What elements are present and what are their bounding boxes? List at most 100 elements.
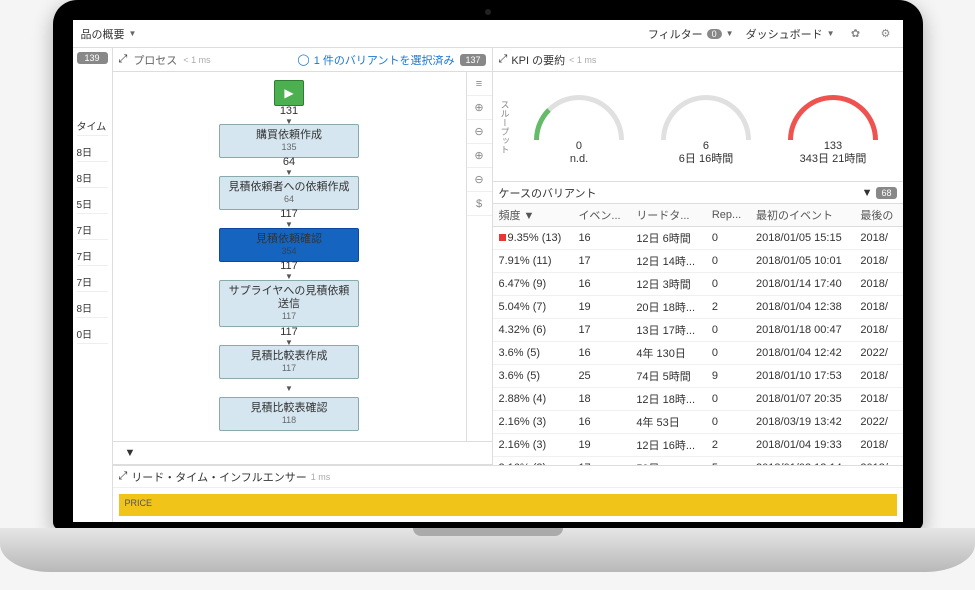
table-row[interactable]: 3.6% (5)2574日 5時間92018/01/10 17:532018/ xyxy=(493,365,903,388)
flow-node[interactable]: 見積比較表作成117 xyxy=(219,345,359,379)
table-cell: 2018/ xyxy=(854,227,902,250)
dashboard-dropdown[interactable]: ダッシュボード ▼ xyxy=(746,26,835,42)
table-cell: 12日 3時間 xyxy=(630,273,706,296)
table-row[interactable]: 7.91% (11)1712日 14時...02018/01/05 10:012… xyxy=(493,250,903,273)
table-cell: 2 xyxy=(706,296,750,319)
table-cell: 16 xyxy=(572,227,630,250)
table-cell: 4年 130日 xyxy=(630,342,706,365)
flow-node[interactable]: 見積依頼者への依頼作成64 xyxy=(219,176,359,210)
flow-node[interactable]: 見積比較表確認118 xyxy=(219,397,359,431)
table-row[interactable]: 3.6% (5)164年 130日02018/01/04 12:422022/ xyxy=(493,342,903,365)
table-cell: 5 xyxy=(706,457,750,466)
chevron-down-icon: ▼ xyxy=(827,29,835,38)
flow-node[interactable]: サプライヤへの見積依頼送信117 xyxy=(219,280,359,327)
flow-node[interactable]: 購買依頼作成135 xyxy=(219,124,359,158)
gear-icon[interactable]: ⚙ xyxy=(877,25,895,43)
process-panel: ⤢ プロセス < 1 ms ◯ 1 件のバリアントを選択済み 137 ▶ 131 xyxy=(113,48,493,465)
cost-icon[interactable]: $ xyxy=(467,192,492,216)
kpi-gauge: 0n.d. xyxy=(524,87,634,167)
table-row[interactable]: 2.16% (3)1758日52018/01/02 13:142018/ xyxy=(493,457,903,466)
kpi-title: KPI の要約 xyxy=(511,52,565,68)
table-cell: 2018/ xyxy=(854,434,902,457)
table-row[interactable]: 6.47% (9)1612日 3時間02018/01/14 17:402018/ xyxy=(493,273,903,296)
table-cell: 0 xyxy=(706,342,750,365)
table-cell: 2018/01/04 12:38 xyxy=(750,296,854,319)
table-cell: 16 xyxy=(572,342,630,365)
table-cell: 7.91% (11) xyxy=(493,250,573,273)
table-cell: 2018/ xyxy=(854,273,902,296)
table-cell: 2018/ xyxy=(854,296,902,319)
table-row[interactable]: 2.88% (4)1812日 18時...02018/01/07 20:3520… xyxy=(493,388,903,411)
menu-icon[interactable]: ≡ xyxy=(467,72,492,96)
table-cell: 6.47% (9) xyxy=(493,273,573,296)
table-cell: 2018/01/05 15:15 xyxy=(750,227,854,250)
table-cell: 2018/01/04 19:33 xyxy=(750,434,854,457)
table-cell: 18 xyxy=(572,388,630,411)
dashboard-label: ダッシュボード xyxy=(746,26,823,42)
table-cell: 17 xyxy=(572,457,630,466)
kpi-gauge: 133343日 21時間 xyxy=(778,87,888,167)
kpi-side-label: スループット xyxy=(499,100,516,154)
table-row[interactable]: 2.16% (3)1912日 16時...22018/01/04 19:3320… xyxy=(493,434,903,457)
table-row[interactable]: 5.04% (7)1920日 18時...22018/01/04 12:3820… xyxy=(493,296,903,319)
flow-toolbar: ≡ ⊕ ⊖ ⊕ ⊖ $ xyxy=(466,72,492,441)
table-header[interactable]: 頻度 ▼ xyxy=(493,204,573,227)
table-cell: 2018/ xyxy=(854,388,902,411)
settings-icon[interactable]: ✿ xyxy=(847,25,865,43)
kpi-time: < 1 ms xyxy=(569,55,596,65)
table-cell: 5.04% (7) xyxy=(493,296,573,319)
table-cell: 3.6% (5) xyxy=(493,365,573,388)
filter-dropdown[interactable]: フィルター 0 ▼ xyxy=(648,26,734,42)
table-cell: 0 xyxy=(706,319,750,342)
table-cell: 2018/01/14 17:40 xyxy=(750,273,854,296)
flow-edge xyxy=(285,379,293,397)
timeline-label: タイム xyxy=(77,116,108,136)
collapse-icon[interactable]: ⊖ xyxy=(467,168,492,192)
influencer-time: 1 ms xyxy=(311,472,331,482)
filter-icon[interactable]: ▼ xyxy=(862,187,873,199)
influencer-bar[interactable]: PRICE xyxy=(119,494,897,516)
expand-icon[interactable]: ⤢ xyxy=(119,470,128,483)
start-node[interactable]: ▶ xyxy=(274,80,304,106)
table-cell: 2022/ xyxy=(854,342,902,365)
table-cell: 16 xyxy=(572,411,630,434)
table-header[interactable]: イベン... xyxy=(572,204,630,227)
table-cell: 2022/ xyxy=(854,411,902,434)
table-cell: 4.32% (6) xyxy=(493,319,573,342)
table-row[interactable]: 9.35% (13)1612日 6時間02018/01/05 15:152018… xyxy=(493,227,903,250)
filter-icon[interactable]: ▼ xyxy=(125,447,136,459)
table-header[interactable]: リードタ... xyxy=(630,204,706,227)
table-cell: 2.88% (4) xyxy=(493,388,573,411)
filter-label: フィルター xyxy=(648,26,703,42)
table-cell: 25 xyxy=(572,365,630,388)
flow-edge: 117 xyxy=(280,262,298,280)
zoom-in-icon[interactable]: ⊕ xyxy=(467,96,492,120)
table-cell: 2.16% (3) xyxy=(493,434,573,457)
expand-icon[interactable]: ⤢ xyxy=(119,53,128,66)
table-row[interactable]: 4.32% (6)1713日 17時...02018/01/18 00:4720… xyxy=(493,319,903,342)
expand-icon[interactable]: ⤢ xyxy=(499,53,508,66)
overview-dropdown[interactable]: 品の概要 ▼ xyxy=(81,26,137,42)
table-header[interactable]: 最初のイベント xyxy=(750,204,854,227)
expand-icon[interactable]: ⊕ xyxy=(467,144,492,168)
table-cell: 9.35% (13) xyxy=(493,227,573,250)
table-header[interactable]: 最後の xyxy=(854,204,902,227)
process-count: 137 xyxy=(460,54,485,66)
table-header[interactable]: Rep... xyxy=(706,204,750,227)
table-cell: 19 xyxy=(572,296,630,319)
table-cell: 74日 5時間 xyxy=(630,365,706,388)
table-cell: 12日 16時... xyxy=(630,434,706,457)
flow-node-highlighted[interactable]: 見積依頼確認354 xyxy=(219,228,359,262)
table-cell: 2.16% (3) xyxy=(493,411,573,434)
variants-count: 68 xyxy=(876,187,896,199)
variants-table: 頻度 ▼イベン...リードタ...Rep...最初のイベント最後の 9.35% … xyxy=(493,204,903,465)
variants-title: ケースのバリアント xyxy=(499,185,597,201)
process-flow[interactable]: ▶ 131 購買依頼作成135 64 見積依頼者への依頼作成64 117 見積依… xyxy=(113,72,466,441)
table-cell: 13日 17時... xyxy=(630,319,706,342)
table-cell: 0 xyxy=(706,250,750,273)
zoom-out-icon[interactable]: ⊖ xyxy=(467,120,492,144)
spinner-icon: ◯ xyxy=(297,53,309,66)
table-cell: 2018/03/19 13:42 xyxy=(750,411,854,434)
table-row[interactable]: 2.16% (3)164年 53日02018/03/19 13:422022/ xyxy=(493,411,903,434)
kpi-gauge: 66日 16時間 xyxy=(651,87,761,167)
